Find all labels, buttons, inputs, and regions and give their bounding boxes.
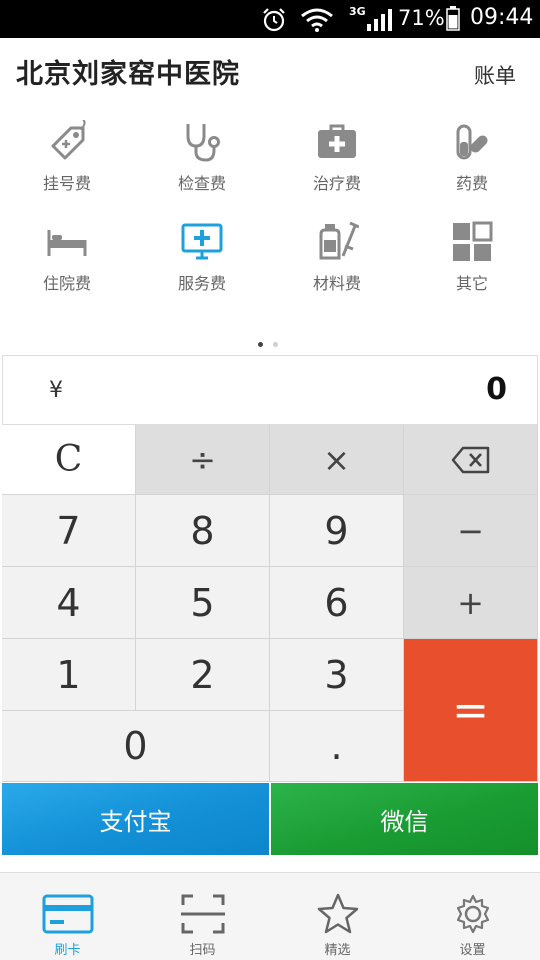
tab-label: 精选 xyxy=(324,943,351,958)
gear-icon xyxy=(456,894,489,934)
status-bar: 3G 71% 09:44 xyxy=(0,0,540,38)
digit-2-button[interactable]: 2 xyxy=(136,639,270,711)
digit-6-button[interactable]: 6 xyxy=(270,567,404,639)
category-other[interactable]: 其它 xyxy=(405,220,539,310)
hospital-title: 北京刘家窑中医院 xyxy=(16,59,240,90)
category-label: 住院费 xyxy=(42,274,91,293)
plus-button[interactable]: + xyxy=(404,567,538,639)
equals-button[interactable]: = xyxy=(404,639,538,782)
bed-icon xyxy=(47,230,87,256)
medical-kit-icon xyxy=(318,124,356,158)
app-header: 北京刘家窑中医院 账单 xyxy=(0,38,540,108)
battery-percent: 71% xyxy=(398,6,445,30)
category-label: 挂号费 xyxy=(42,174,91,193)
category-label: 材料费 xyxy=(312,274,361,293)
tab-settings[interactable]: 设置 xyxy=(405,873,540,960)
wechat-pay-button[interactable]: 微信 xyxy=(271,783,538,855)
amount-display: ¥ 0 xyxy=(2,355,538,425)
category-materials[interactable]: 材料费 xyxy=(270,220,404,310)
category-examination[interactable]: 检查费 xyxy=(135,120,269,210)
multiply-button[interactable]: × xyxy=(270,425,404,495)
category-medicine[interactable]: 药费 xyxy=(405,120,539,210)
grid-icon xyxy=(453,221,493,261)
digit-0-button[interactable]: 0 xyxy=(2,711,270,782)
decimal-button[interactable]: . xyxy=(270,711,404,782)
network-type: 3G xyxy=(349,5,366,18)
wifi-icon xyxy=(301,8,333,32)
category-hospitalization[interactable]: 住院费 xyxy=(0,220,134,310)
category-label: 治疗费 xyxy=(312,174,361,193)
backspace-icon xyxy=(451,446,489,473)
minus-button[interactable]: − xyxy=(404,495,538,567)
tab-label: 扫码 xyxy=(189,943,216,958)
tab-label: 刷卡 xyxy=(54,943,81,958)
category-treatment[interactable]: 治疗费 xyxy=(270,120,404,210)
category-label: 服务费 xyxy=(177,274,226,293)
star-icon xyxy=(317,893,358,934)
battery-icon xyxy=(446,6,460,31)
tag-icon xyxy=(51,120,86,160)
pill-icon xyxy=(456,124,488,160)
tab-scan[interactable]: 扫码 xyxy=(135,873,270,960)
category-label: 其它 xyxy=(455,274,488,293)
digit-7-button[interactable]: 7 xyxy=(2,495,136,567)
digit-3-button[interactable]: 3 xyxy=(270,639,404,711)
backspace-button[interactable] xyxy=(404,425,538,495)
digit-8-button[interactable]: 8 xyxy=(136,495,270,567)
tab-card[interactable]: 刷卡 xyxy=(0,873,135,960)
tab-label: 设置 xyxy=(459,943,486,958)
page-indicator xyxy=(258,342,282,348)
digit-4-button[interactable]: 4 xyxy=(2,567,136,639)
monitor-cross-icon xyxy=(181,223,223,260)
page-dot xyxy=(273,342,278,347)
amount-value: 0 xyxy=(486,372,507,407)
category-label: 药费 xyxy=(455,174,488,193)
scan-icon xyxy=(180,894,225,934)
syringe-bottle-icon xyxy=(319,221,359,260)
card-icon xyxy=(42,894,93,934)
bottom-tab-bar: 刷卡 扫码 精选 设置 xyxy=(0,872,540,960)
alarm-icon xyxy=(263,8,285,32)
category-service[interactable]: 服务费 xyxy=(135,220,269,310)
signal-icon xyxy=(367,9,392,31)
clock: 09:44 xyxy=(470,5,534,30)
digit-9-button[interactable]: 9 xyxy=(270,495,404,567)
tab-featured[interactable]: 精选 xyxy=(270,873,405,960)
stethoscope-icon xyxy=(186,124,220,162)
digit-1-button[interactable]: 1 xyxy=(2,639,136,711)
alipay-button[interactable]: 支付宝 xyxy=(2,783,269,855)
page-dot-active xyxy=(258,342,263,347)
digit-5-button[interactable]: 5 xyxy=(136,567,270,639)
clear-button[interactable]: C xyxy=(2,425,136,495)
category-registration[interactable]: 挂号费 xyxy=(0,120,134,210)
category-label: 检查费 xyxy=(177,174,226,193)
bill-button[interactable]: 账单 xyxy=(474,60,516,90)
divide-button[interactable]: ÷ xyxy=(136,425,270,495)
currency-symbol: ¥ xyxy=(49,378,63,403)
